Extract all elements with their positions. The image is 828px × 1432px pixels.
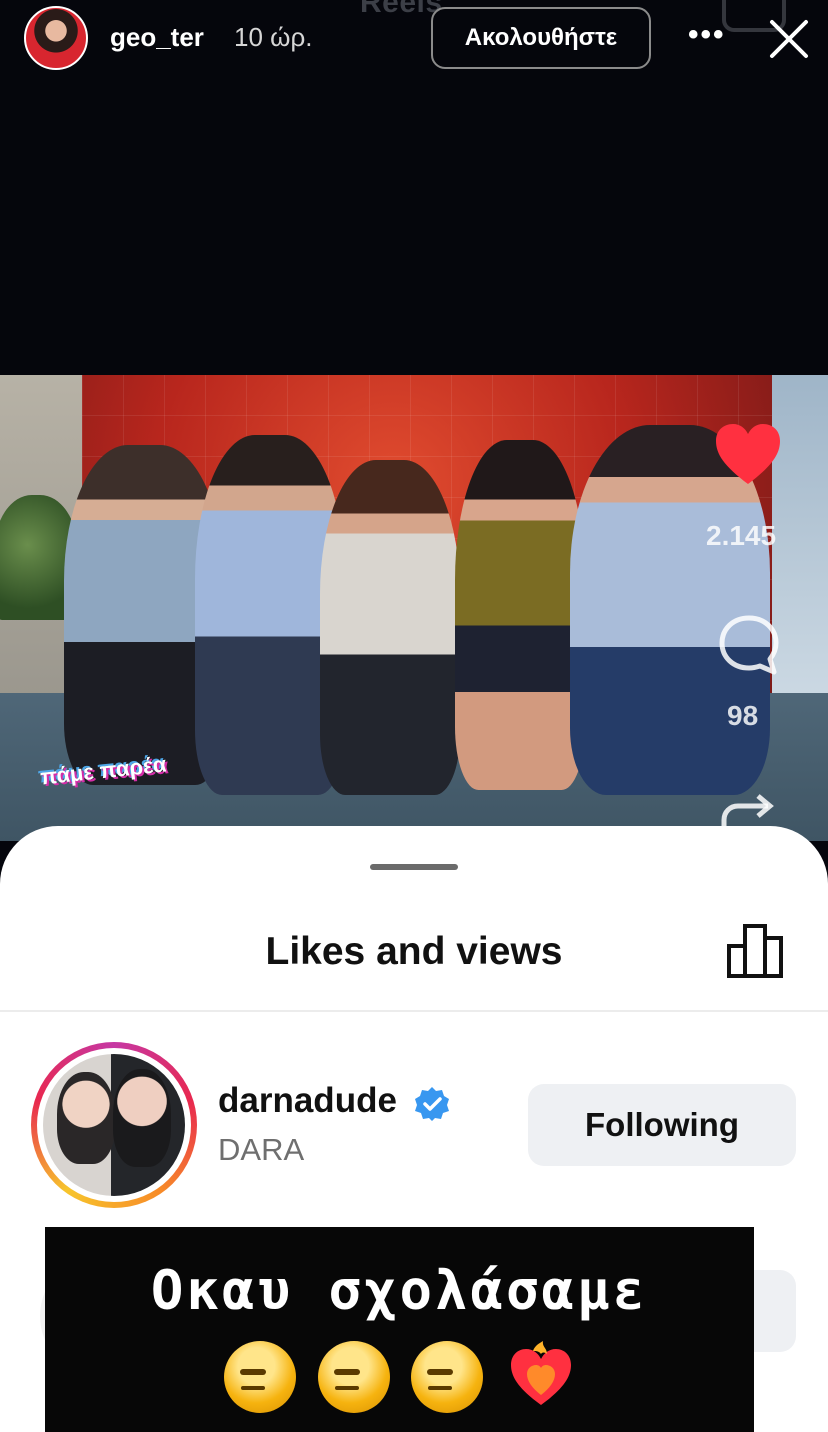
melting-face-emoji xyxy=(223,1341,296,1413)
story-username[interactable]: geo_ter xyxy=(110,22,204,53)
avatar-face-left xyxy=(57,1072,115,1164)
person-3 xyxy=(320,460,460,795)
caption-emojis xyxy=(45,1341,754,1427)
comments-count: 98 xyxy=(727,700,759,731)
melting-face-emoji xyxy=(411,1341,484,1413)
viewer-username[interactable]: darnadude xyxy=(218,1081,397,1121)
viewer-full-name: DARA xyxy=(218,1132,305,1167)
follow-button[interactable]: Ακολουθήστε xyxy=(431,7,651,69)
story-time: 10 ώρ. xyxy=(234,22,313,52)
heart-icon[interactable] xyxy=(712,420,784,492)
sheet-divider xyxy=(0,1010,828,1012)
sheet-title: Likes and views xyxy=(265,930,563,973)
person-4 xyxy=(455,440,585,790)
melting-face-emoji xyxy=(317,1341,390,1413)
caption-text: Οκαυ σχολάσαμε xyxy=(150,1259,649,1322)
following-button[interactable]: Following xyxy=(528,1084,796,1166)
reel-video[interactable]: πάμε παρέα xyxy=(0,375,828,841)
story-header-area: Reels geo_ter 10 ώρ. Ακολουθήστε ••• xyxy=(0,0,828,375)
likes-count: 2.145 xyxy=(706,520,777,551)
user-avatar[interactable] xyxy=(31,1042,197,1208)
comment-icon[interactable] xyxy=(716,612,782,678)
heart-on-fire-emoji xyxy=(511,1341,572,1405)
more-options-icon[interactable]: ••• xyxy=(688,18,726,52)
insights-chart-icon[interactable] xyxy=(725,922,787,980)
verified-badge-icon xyxy=(415,1087,449,1121)
sheet-drag-handle[interactable] xyxy=(370,864,458,870)
story-avatar[interactable] xyxy=(24,6,88,70)
avatar-photo xyxy=(43,1054,185,1196)
caption-overlay: Οκαυ σχολάσαμε xyxy=(45,1227,754,1432)
avatar-face-right xyxy=(113,1069,171,1167)
reels-background-label: Reels xyxy=(360,0,443,19)
close-icon[interactable] xyxy=(764,14,814,64)
